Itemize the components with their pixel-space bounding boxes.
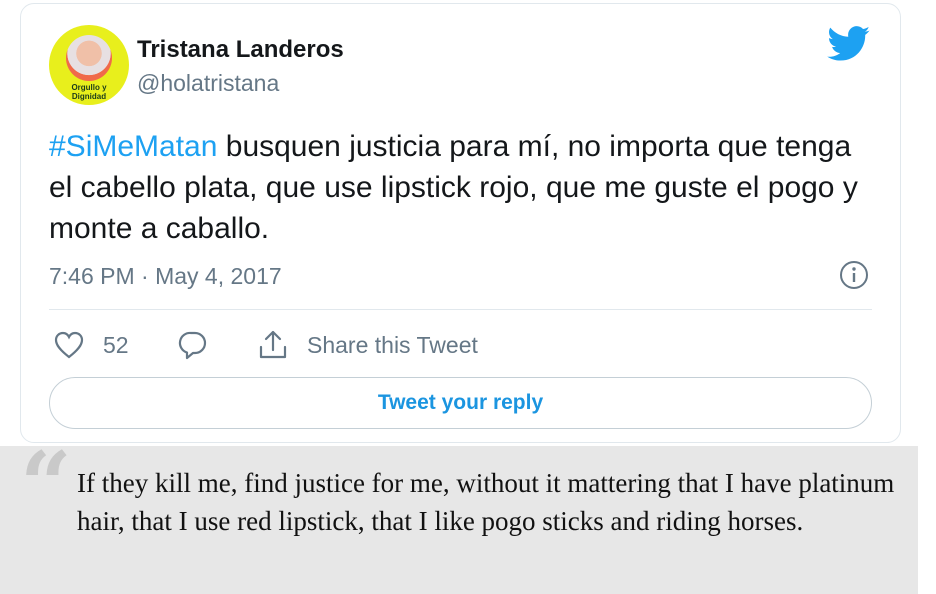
quote-mark-icon: “ bbox=[20, 432, 72, 538]
reply-action[interactable] bbox=[177, 328, 209, 362]
tweet-timestamp[interactable]: 7:46 PM · May 4, 2017 bbox=[49, 263, 282, 290]
author-name[interactable]: Tristana Landeros bbox=[137, 36, 344, 64]
reply-bubble-icon[interactable] bbox=[177, 329, 209, 361]
avatar-photo bbox=[66, 35, 112, 81]
reply-button-label: Tweet your reply bbox=[377, 391, 544, 414]
author-handle[interactable]: @holatristana bbox=[137, 70, 279, 97]
avatar-badge-line2: Dignidad bbox=[71, 92, 107, 101]
share-label: Share this Tweet bbox=[307, 331, 478, 358]
hashtag-link[interactable]: #SiMeMatan bbox=[49, 130, 217, 163]
like-action[interactable]: 52 bbox=[53, 328, 129, 362]
tweet-card: Orgullo y Dignidad Tristana Landeros @ho… bbox=[20, 3, 901, 443]
tweet-body: #SiMeMatan busquen justicia para mí, no … bbox=[49, 126, 879, 249]
info-icon[interactable] bbox=[839, 260, 869, 290]
quote-translation: If they kill me, find justice for me, wi… bbox=[77, 468, 895, 536]
heart-icon[interactable] bbox=[53, 330, 85, 360]
like-count: 52 bbox=[103, 331, 129, 358]
quote-block: “ If they kill me, find justice for me, … bbox=[0, 440, 918, 594]
avatar-badge-line1: Orgullo y bbox=[71, 83, 107, 92]
tweet-reply-button[interactable]: Tweet your reply bbox=[49, 377, 872, 429]
share-action[interactable]: Share this Tweet bbox=[258, 328, 478, 362]
twitter-bird-icon[interactable] bbox=[827, 26, 871, 62]
avatar[interactable]: Orgullo y Dignidad bbox=[49, 25, 129, 105]
share-upload-icon[interactable] bbox=[258, 329, 288, 361]
divider bbox=[49, 309, 872, 310]
